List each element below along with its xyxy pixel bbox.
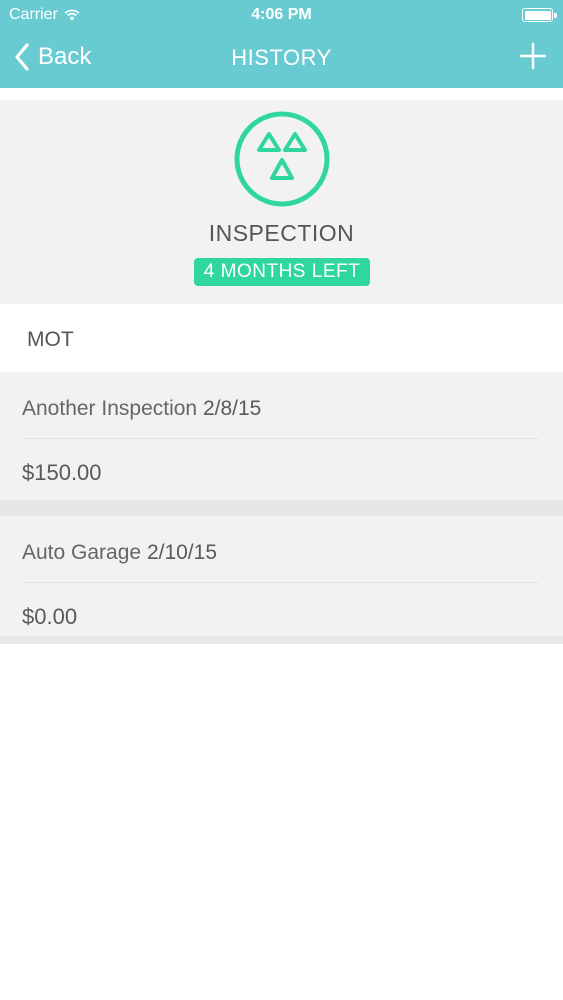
back-label: Back [38,43,92,70]
entry-title: Another Inspection 2/8/15 [22,397,261,421]
battery-icon [522,8,557,22]
history-entry[interactable]: Another Inspection 2/8/15 $150.00 [0,372,563,508]
back-button[interactable]: Back [14,42,91,72]
add-button[interactable] [519,42,547,70]
divider [22,438,539,439]
entry-date: 2/10/15 [146,541,218,564]
inspection-title: INSPECTION [208,220,355,246]
status-badge: 4 MONTHS LEFT [194,258,370,286]
status-time: 4:06 PM [251,6,312,23]
entry-title: Auto Garage 2/10/15 [22,541,217,565]
history-entry[interactable]: Auto Garage 2/10/15 $0.00 [0,508,563,644]
section-header: MOT [0,304,563,372]
nav-bar: Back HISTORY [0,28,563,86]
entry-amount: $0.00 [22,604,78,629]
entry-amount: $150.00 [22,460,102,485]
entry-date: 2/8/15 [202,397,262,420]
entry-name: Another Inspection [22,397,198,420]
status-bar: Carrier 4:06 PM [0,0,563,28]
header: Carrier 4:06 PM Back HISTORY [0,0,563,88]
plus-icon [519,42,547,70]
chevron-left-icon [15,43,29,71]
inspection-summary: INSPECTION 4 MONTHS LEFT [0,100,563,304]
mot-triangles-icon [234,111,330,207]
entry-name: Auto Garage [22,541,142,564]
divider [22,582,539,583]
section-title: MOT [27,328,74,351]
